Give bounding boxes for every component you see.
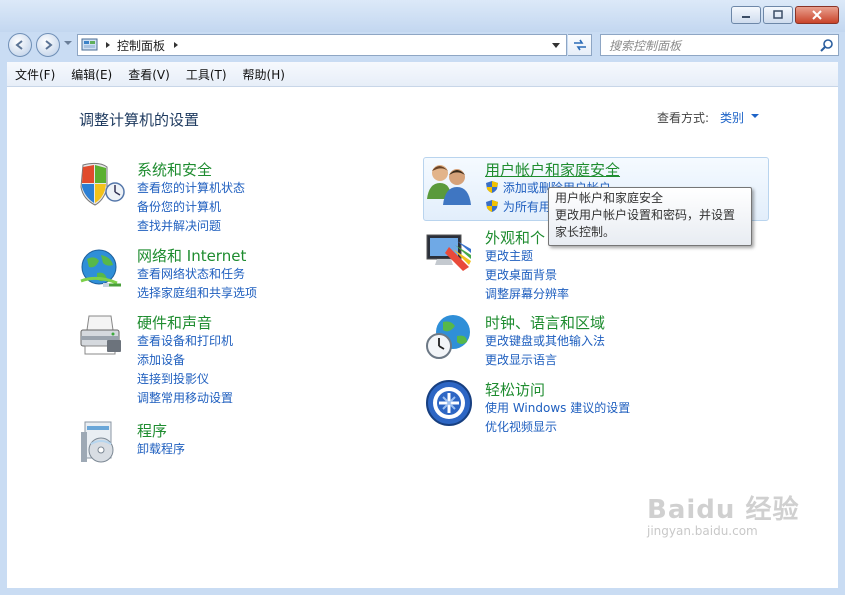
breadcrumb-arrow-icon [106, 42, 110, 48]
category-title[interactable]: 程序 [137, 420, 167, 441]
link-view-computer-status[interactable]: 查看您的计算机状态 [137, 179, 245, 198]
uac-shield-icon [486, 200, 498, 212]
breadcrumb-control-panel[interactable]: 控制面板 [117, 37, 165, 54]
link-devices-printers[interactable]: 查看设备和打印机 [137, 332, 233, 351]
clock-globe-icon [426, 315, 470, 359]
link-change-display-language[interactable]: 更改显示语言 [485, 351, 605, 370]
breadcrumb-arrow-icon[interactable] [171, 40, 181, 50]
view-by-label: 查看方式: [657, 111, 710, 125]
link-add-device[interactable]: 添加设备 [137, 351, 233, 370]
refresh-icon [573, 39, 586, 51]
link-backup-computer[interactable]: 备份您的计算机 [137, 198, 245, 217]
printer-icon [80, 315, 121, 355]
back-button[interactable] [8, 33, 32, 57]
menu-bar: 文件(F) 编辑(E) 查看(V) 工具(T) 帮助(H) [7, 62, 838, 87]
search-input[interactable]: 搜索控制面板 [609, 37, 681, 54]
link-uninstall-program[interactable]: 卸载程序 [137, 440, 185, 459]
link-change-theme[interactable]: 更改主题 [485, 247, 569, 266]
close-icon [812, 10, 822, 20]
window-controls [731, 6, 839, 24]
page-title: 调整计算机的设置 [79, 111, 200, 129]
link-connect-projector[interactable]: 连接到投影仪 [137, 370, 233, 389]
link-optimize-video-display[interactable]: 优化视频显示 [485, 418, 630, 437]
category-tooltip: 用户帐户和家庭安全 更改用户帐户设置和密码，并设置家长控制。 [548, 187, 752, 246]
tooltip-title: 用户帐户和家庭安全 [555, 191, 664, 205]
category-title[interactable]: 外观和个 [485, 227, 545, 248]
category-title[interactable]: 用户帐户和家庭安全 [485, 159, 620, 180]
link-network-status[interactable]: 查看网络状态和任务 [137, 265, 257, 284]
category-title[interactable]: 轻松访问 [485, 379, 545, 400]
control-panel-icon [81, 38, 98, 51]
link-change-keyboard[interactable]: 更改键盘或其他输入法 [485, 332, 605, 351]
close-button[interactable] [795, 6, 839, 24]
menu-view[interactable]: 查看(V) [120, 66, 178, 83]
baidu-watermark: Baidu 经验 jingyan.baidu.com [647, 489, 799, 538]
view-by-dropdown-arrow[interactable] [751, 114, 759, 118]
forward-button[interactable] [36, 33, 60, 57]
forward-arrow-icon [45, 40, 53, 50]
recent-pages-dropdown[interactable] [64, 41, 72, 45]
maximize-icon [773, 10, 783, 19]
control-panel-content: 调整计算机的设置 查看方式: 类别 系统和安全 查看您的计算机状态 备份您的计算… [7, 87, 838, 588]
navigation-bar: 控制面板 搜索控制面板 [0, 30, 845, 60]
search-box[interactable]: 搜索控制面板 [600, 34, 839, 56]
link-change-desktop-background[interactable]: 更改桌面背景 [485, 266, 569, 285]
link-mobility-settings[interactable]: 调整常用移动设置 [137, 389, 233, 408]
minimize-icon [742, 16, 750, 18]
uac-shield-icon [486, 181, 498, 193]
category-title[interactable]: 系统和安全 [137, 159, 212, 180]
address-bar[interactable]: 控制面板 [77, 34, 567, 56]
minimize-button[interactable] [731, 6, 761, 24]
link-parental-controls-label[interactable]: 为所有用 [503, 200, 551, 214]
programs-icon [81, 421, 114, 463]
menu-help[interactable]: 帮助(H) [235, 66, 293, 83]
view-by-dropdown[interactable]: 类别 [720, 109, 744, 126]
menu-edit[interactable]: 编辑(E) [63, 66, 120, 83]
category-title[interactable]: 硬件和声音 [137, 312, 212, 333]
ease-of-access-icon [426, 380, 472, 426]
search-icon[interactable] [820, 38, 834, 52]
link-homegroup-sharing[interactable]: 选择家庭组和共享选项 [137, 284, 257, 303]
link-adjust-resolution[interactable]: 调整屏幕分辨率 [485, 285, 569, 304]
shield-icon [80, 162, 125, 206]
monitor-palette-icon [426, 234, 471, 271]
link-recommended-settings[interactable]: 使用 Windows 建议的设置 [485, 399, 630, 418]
users-icon [427, 165, 471, 205]
refresh-button[interactable] [568, 34, 592, 56]
watermark-url: jingyan.baidu.com [647, 524, 758, 538]
watermark-logo: Baidu 经验 [647, 495, 800, 525]
category-title[interactable]: 网络和 Internet [137, 245, 246, 266]
title-bar [0, 0, 845, 32]
network-globe-icon [80, 249, 121, 287]
maximize-button[interactable] [763, 6, 793, 24]
category-title[interactable]: 时钟、语言和区域 [485, 312, 605, 333]
tooltip-body: 更改用户帐户设置和密码，并设置家长控制。 [555, 208, 736, 239]
back-arrow-icon [15, 40, 23, 50]
address-dropdown-icon[interactable] [550, 40, 562, 50]
menu-tools[interactable]: 工具(T) [178, 66, 235, 83]
menu-file[interactable]: 文件(F) [7, 66, 63, 83]
link-troubleshoot[interactable]: 查找并解决问题 [137, 217, 245, 236]
